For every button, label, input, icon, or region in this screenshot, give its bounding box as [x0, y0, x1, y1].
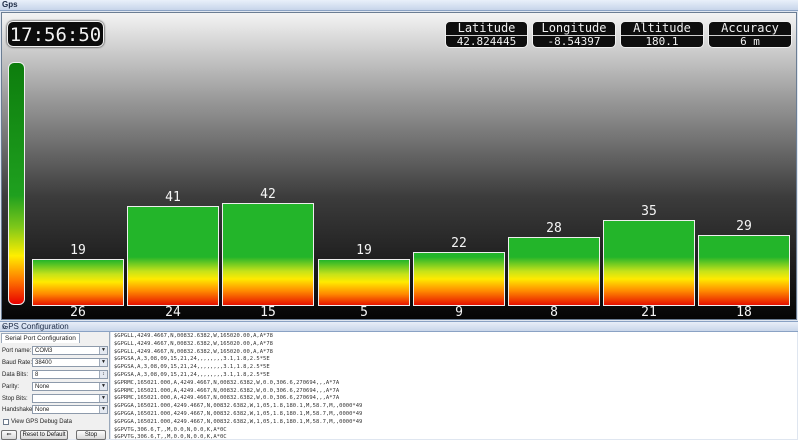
longitude-box: Longitude -8.54397 [532, 21, 616, 48]
satellite-prn-label: 5 [360, 305, 368, 320]
latitude-label: Latitude [446, 22, 527, 36]
config-header: GPS Configuration » [0, 321, 798, 332]
satellite-snr-label: 19 [70, 243, 86, 258]
latitude-value: 42.824445 [456, 35, 517, 48]
baud-rate-label: Baud Rate: [2, 360, 33, 366]
nmea-log-line: $GPGLL,4249.4667,N,00832.6382,W,165020.0… [114, 333, 273, 339]
nmea-log-line: $GPRMC,165021.000,A,4249.4667,N,00832.63… [114, 395, 340, 402]
latitude-box: Latitude 42.824445 [445, 21, 528, 48]
altitude-value: 180.1 [645, 35, 679, 48]
baud-rate-select[interactable]: 38400 ▼ [32, 358, 108, 367]
accuracy-box: Accuracy 6 m [708, 21, 792, 48]
satellite-bar [127, 206, 219, 306]
satellite-prn-label: 26 [70, 305, 86, 320]
satellite-prn-label: 24 [165, 305, 181, 320]
satellite-snr-label: 42 [260, 187, 276, 202]
satellite-bar [222, 203, 314, 306]
satellite-prn-label: 18 [736, 305, 752, 320]
debug-data-checkbox[interactable] [3, 419, 9, 425]
nmea-log-line: $GPVTG,306.6,T,,M,0.0,N,0.0,K,A*0C [114, 426, 227, 433]
nmea-log-line: $GPGGA,165021.000,4249.4667,N,00832.6382… [114, 418, 363, 425]
baud-rate-value: 38400 [35, 360, 52, 366]
accuracy-label: Accuracy [709, 22, 791, 36]
satellite-snr-label: 28 [546, 221, 562, 236]
parity-select[interactable]: None ▼ [32, 382, 108, 391]
handshake-select[interactable]: None ▼ [32, 405, 108, 414]
nmea-log-line: $GPGSA,A,3,08,09,15,21,24,,,,,,,,3.1,1.8… [114, 356, 270, 363]
satellite-bar [413, 252, 505, 306]
stop-bits-label: Stop Bits: [2, 396, 28, 402]
satellite-prn-label: 8 [550, 305, 558, 320]
chevron-down-icon[interactable]: ▼ [99, 406, 107, 413]
nmea-log-line: $GPRMC,165021.000,A,4249.4667,N,00832.63… [114, 387, 340, 394]
satellite-snr-label: 19 [356, 243, 372, 258]
stop-bits-select[interactable]: ▼ [32, 394, 108, 403]
chevron-down-icon[interactable]: ▼ [99, 347, 107, 354]
longitude-label: Longitude [533, 22, 615, 36]
parity-value: None [35, 384, 50, 390]
nmea-debug-log[interactable]: $GPGLL,4249.4667,N,00832.6382,W,165020.0… [111, 332, 797, 439]
nmea-log-line: $GPGLL,4249.4667,N,00832.6382,W,165020.0… [114, 348, 273, 355]
data-bits-value: 8 [35, 372, 39, 378]
chevron-double-down-icon[interactable]: » [2, 322, 795, 332]
signal-level-gauge [8, 62, 25, 305]
altitude-box: Altitude 180.1 [620, 21, 704, 48]
tab-serial-port-configuration[interactable]: Serial Port Configuration [1, 333, 80, 343]
nmea-log-line: $GPGGA,165021.000,4249.4667,N,00832.6382… [114, 410, 363, 417]
port-name-value: COM3 [35, 348, 53, 354]
port-name-label: Port name: [2, 348, 32, 354]
data-bits-stepper[interactable]: 8 ↕ [32, 370, 108, 379]
window-title: Gps [2, 0, 18, 9]
satellite-bar [698, 235, 790, 306]
chevron-down-icon[interactable]: ▼ [99, 359, 107, 366]
nmea-log-line: $GPGGA,165021.000,4249.4667,N,00832.6382… [114, 403, 363, 410]
handshake-label: Handshake: [2, 407, 35, 413]
port-name-select[interactable]: COM3 ▼ [32, 346, 108, 355]
satellite-prn-label: 21 [641, 305, 657, 320]
data-bits-label: Data Bits: [2, 372, 29, 378]
spinner-arrows-icon[interactable]: ↕ [99, 371, 107, 378]
satellite-snr-label: 22 [451, 236, 467, 251]
nmea-log-line: $GPRMC,165021.000,A,4249.4667,N,00832.63… [114, 379, 340, 386]
chevron-down-icon[interactable]: ▼ [99, 383, 107, 390]
satellite-snr-label: 29 [736, 219, 752, 234]
accuracy-value: 6 m [740, 35, 760, 48]
altitude-label: Altitude [621, 22, 703, 36]
nmea-log-line: $GPVTG,306.6,T,,M,0.0,N,0.0,K,A*0C [114, 434, 227, 439]
nmea-log-line: $GPGSA,A,3,08,09,15,21,24,,,,,,,,3.1,1.8… [114, 364, 270, 371]
satellite-prn-label: 15 [260, 305, 276, 320]
debug-data-label: View GPS Debug Data [11, 419, 72, 425]
window-titlebar: Gps [0, 0, 798, 11]
satellite-snr-label: 41 [165, 190, 181, 205]
satellite-prn-label: 9 [455, 305, 463, 320]
nmea-log-line: $GPGSA,A,3,08,09,15,21,24,,,,,,,,3.1,1.8… [114, 371, 270, 378]
gps-clock: 17:56:50 [7, 21, 104, 47]
satellite-snr-label: 35 [641, 204, 657, 219]
parity-label: Parity: [2, 384, 20, 390]
longitude-value: -8.54397 [547, 35, 601, 48]
nmea-log-line: $GPGLL,4249.4667,N,00832.6382,W,165020.0… [114, 340, 273, 347]
satellite-bar [508, 237, 600, 306]
satellite-bar [32, 259, 124, 306]
handshake-value: None [35, 407, 50, 413]
satellite-bar [318, 259, 410, 306]
satellite-bar [603, 220, 695, 306]
chevron-down-icon[interactable]: ▼ [99, 395, 107, 402]
